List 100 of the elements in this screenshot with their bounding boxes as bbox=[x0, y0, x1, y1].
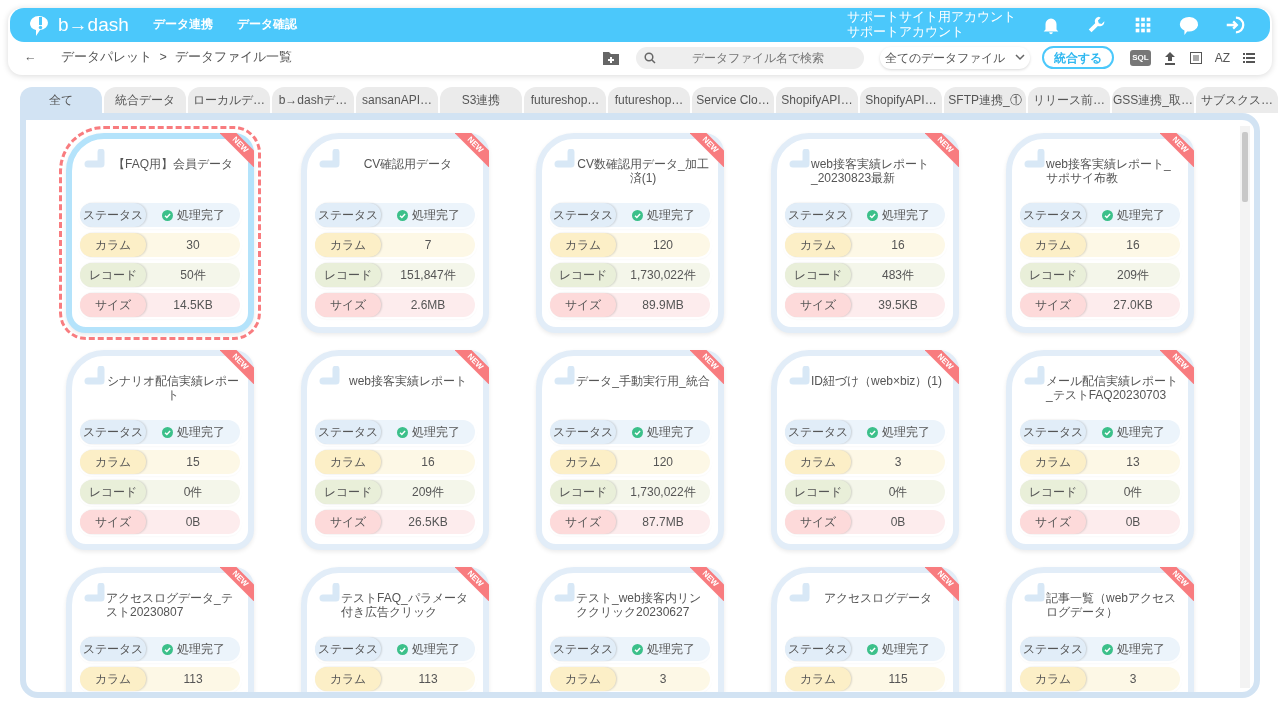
field-value: 0件 bbox=[183, 484, 203, 501]
field-value: 処理完了 bbox=[411, 424, 460, 441]
folder-tab[interactable]: サブスクス… bbox=[1196, 87, 1278, 113]
list-icon[interactable] bbox=[1242, 50, 1256, 65]
field-label: レコード bbox=[785, 480, 851, 504]
account-name: サポートサイト用アカウント bbox=[847, 10, 1016, 25]
field-value: 13 bbox=[1126, 454, 1140, 471]
field-value: 16 bbox=[891, 237, 905, 254]
field-value: 処理完了 bbox=[646, 424, 695, 441]
field-label: レコード bbox=[1020, 263, 1086, 287]
folder-tab[interactable]: GSS連携_取… bbox=[1112, 87, 1194, 113]
logout-icon[interactable] bbox=[1224, 14, 1246, 36]
folder-tab[interactable]: リリース前… bbox=[1028, 87, 1110, 113]
field-label: ステータス bbox=[80, 637, 146, 661]
logo-text: b→dash bbox=[58, 12, 129, 37]
upload-icon[interactable] bbox=[1162, 50, 1177, 65]
folder-tab[interactable]: futureshop… bbox=[524, 87, 606, 113]
breadcrumb-item: データファイル一覧 bbox=[174, 49, 292, 67]
field-value: 1,730,022件 bbox=[630, 267, 696, 284]
field-label: サイズ bbox=[785, 510, 851, 534]
breadcrumb-separator: > bbox=[159, 49, 167, 67]
check-icon bbox=[161, 426, 173, 438]
folder-tab[interactable]: 統合データ bbox=[104, 87, 186, 113]
field-label: カラム bbox=[785, 450, 851, 474]
check-icon bbox=[866, 643, 878, 655]
field-label: カラム bbox=[550, 233, 616, 257]
check-icon bbox=[631, 426, 643, 438]
field-label: レコード bbox=[80, 263, 146, 287]
field-value: 処理完了 bbox=[881, 207, 930, 224]
check-icon bbox=[161, 643, 173, 655]
field-value: 処理完了 bbox=[881, 424, 930, 441]
field-label: ステータス bbox=[1020, 420, 1086, 444]
field-label: ステータス bbox=[1020, 203, 1086, 227]
field-label: レコード bbox=[80, 480, 146, 504]
folder-tab[interactable]: ローカルデ… bbox=[188, 87, 270, 113]
field-value: 処理完了 bbox=[1116, 207, 1165, 224]
field-label: レコード bbox=[1020, 480, 1086, 504]
field-label: カラム bbox=[1020, 233, 1086, 257]
field-label: ステータス bbox=[315, 637, 381, 661]
field-value: 0件 bbox=[888, 484, 908, 501]
folder-tab[interactable]: ShopifyAPI… bbox=[776, 87, 858, 113]
search-field[interactable]: データファイル名で検索 bbox=[636, 46, 865, 69]
folder-tab[interactable]: SFTP連携_① bbox=[944, 87, 1026, 113]
folder-tab[interactable]: S3連携 bbox=[440, 87, 522, 113]
field-label: カラム bbox=[80, 667, 146, 691]
field-value: 処理完了 bbox=[176, 641, 225, 658]
field-value: 処理完了 bbox=[411, 207, 460, 224]
account-name: サポートアカウント bbox=[847, 25, 965, 40]
field-value: 209件 bbox=[1117, 267, 1149, 284]
table-icon[interactable] bbox=[1188, 50, 1203, 65]
field-label: ステータス bbox=[550, 637, 616, 661]
back-button[interactable]: ← bbox=[24, 48, 37, 67]
check-icon bbox=[631, 643, 643, 655]
folder-tab[interactable]: ShopifyAPI… bbox=[860, 87, 942, 113]
chat-bubble-icon[interactable] bbox=[1178, 14, 1200, 36]
field-label: ステータス bbox=[80, 420, 146, 444]
field-label: サイズ bbox=[785, 293, 851, 317]
field-value: 15 bbox=[186, 454, 200, 471]
field-value: 483件 bbox=[882, 267, 914, 284]
folder-tab[interactable]: 全て bbox=[20, 87, 102, 113]
field-value: 89.9MB bbox=[642, 297, 684, 314]
check-icon bbox=[631, 209, 643, 221]
field-label: ステータス bbox=[80, 203, 146, 227]
field-value: 処理完了 bbox=[646, 207, 695, 224]
sort-button[interactable]: AZ bbox=[1214, 48, 1230, 67]
field-value: 39.5KB bbox=[878, 297, 918, 314]
scrollbar[interactable] bbox=[1240, 126, 1250, 688]
check-icon bbox=[396, 643, 408, 655]
filter-dropdown[interactable]: 全てのデータファイル bbox=[880, 46, 1031, 69]
folder-tab[interactable]: futureshop… bbox=[608, 87, 690, 113]
field-label: ステータス bbox=[785, 420, 851, 444]
field-value: 処理完了 bbox=[411, 641, 460, 658]
field-label: カラム bbox=[785, 667, 851, 691]
add-folder-icon[interactable] bbox=[602, 49, 621, 66]
field-value: 27.0KB bbox=[1113, 297, 1153, 314]
check-icon bbox=[1101, 643, 1113, 655]
field-label: ステータス bbox=[785, 637, 851, 661]
field-value: 3 bbox=[659, 671, 667, 688]
folder-tab[interactable]: sansanAPI… bbox=[356, 87, 438, 113]
sql-button[interactable]: SQL bbox=[1130, 49, 1151, 66]
field-label: ステータス bbox=[315, 203, 381, 227]
field-label: レコード bbox=[785, 263, 851, 287]
field-label: サイズ bbox=[1020, 293, 1086, 317]
field-value: 1,730,022件 bbox=[630, 484, 696, 501]
field-value: 0B bbox=[1125, 514, 1141, 531]
search-icon bbox=[644, 51, 657, 64]
field-value: 3 bbox=[1129, 671, 1137, 688]
field-label: レコード bbox=[315, 480, 381, 504]
field-label: カラム bbox=[550, 667, 616, 691]
field-value: 処理完了 bbox=[1116, 641, 1165, 658]
breadcrumb-item[interactable]: データパレット bbox=[60, 48, 152, 67]
field-label: カラム bbox=[550, 450, 616, 474]
check-icon bbox=[1101, 426, 1113, 438]
field-value: 120 bbox=[653, 454, 673, 471]
folder-tab[interactable]: Service Clo… bbox=[692, 87, 774, 113]
field-label: カラム bbox=[785, 233, 851, 257]
check-icon bbox=[866, 426, 878, 438]
check-icon bbox=[396, 426, 408, 438]
folder-tab[interactable]: b→dashデ… bbox=[272, 87, 354, 113]
field-label: サイズ bbox=[1020, 510, 1086, 534]
